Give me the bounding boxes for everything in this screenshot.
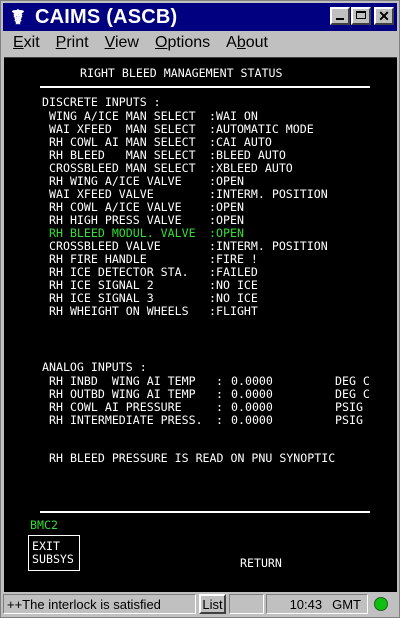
window-controls: ✕ [330, 7, 394, 25]
status-blank-cell [229, 594, 264, 614]
caduceus-icon: ☤ [11, 5, 25, 29]
analog-label: RH INTERMEDIATE PRESS. [49, 413, 203, 427]
analog-value: 0.0000 [231, 413, 273, 427]
discrete-value: FLIGHT [216, 304, 258, 318]
list-button[interactable]: List [199, 594, 226, 614]
analog-header: ANALOG INPUTS : [42, 360, 147, 374]
page-id-label: BMC2 [30, 518, 58, 532]
close-button[interactable]: ✕ [374, 7, 394, 25]
subsys-label: SUBSYS [32, 552, 74, 566]
minimize-button[interactable] [330, 7, 350, 25]
menu-view[interactable]: View [105, 34, 139, 52]
menu-bar: Exit Print View Options About [3, 32, 397, 54]
menu-options[interactable]: Options [155, 34, 210, 52]
window-title: CAIMS (ASCB) [35, 5, 178, 28]
title-divider [40, 86, 370, 88]
app-window: ☤ CAIMS (ASCB) ✕ Exit Print View Options Abo… [0, 0, 400, 618]
exit-subsys-button[interactable]: EXIT SUBSYS [28, 535, 80, 571]
timezone-label: GMT [332, 596, 361, 612]
separator: : [216, 413, 223, 427]
display-screen: RIGHT BLEED MANAGEMENT STATUS DISCRETE I… [4, 57, 397, 592]
discrete-label: RH WHEIGHT ON WHEELS [49, 304, 189, 318]
clock-display: 10:43 GMT [266, 594, 368, 614]
time-value: 10:43 [289, 596, 323, 612]
return-button[interactable]: RETURN [240, 557, 282, 570]
menu-print[interactable]: Print [56, 34, 89, 52]
status-indicator-icon [374, 597, 388, 611]
discrete-header: DISCRETE INPUTS : [42, 95, 161, 109]
analog-unit: PSIG [335, 413, 363, 427]
status-bar: ++The interlock is satisfied List 10:43 … [3, 593, 397, 615]
status-message: ++The interlock is satisfied [3, 594, 196, 614]
menu-exit[interactable]: Exit [13, 34, 40, 52]
minimize-icon [336, 18, 344, 20]
title-bar[interactable]: ☤ CAIMS (ASCB) ✕ [3, 3, 397, 31]
maximize-icon [356, 11, 366, 19]
bottom-divider [40, 511, 370, 513]
close-icon: ✕ [378, 7, 390, 24]
separator: : [209, 304, 216, 318]
page-title: RIGHT BLEED MANAGEMENT STATUS [80, 66, 283, 80]
maximize-button[interactable] [351, 7, 371, 25]
menu-about[interactable]: About [226, 34, 268, 52]
pressure-note: RH BLEED PRESSURE IS READ ON PNU SYNOPTI… [49, 451, 336, 465]
